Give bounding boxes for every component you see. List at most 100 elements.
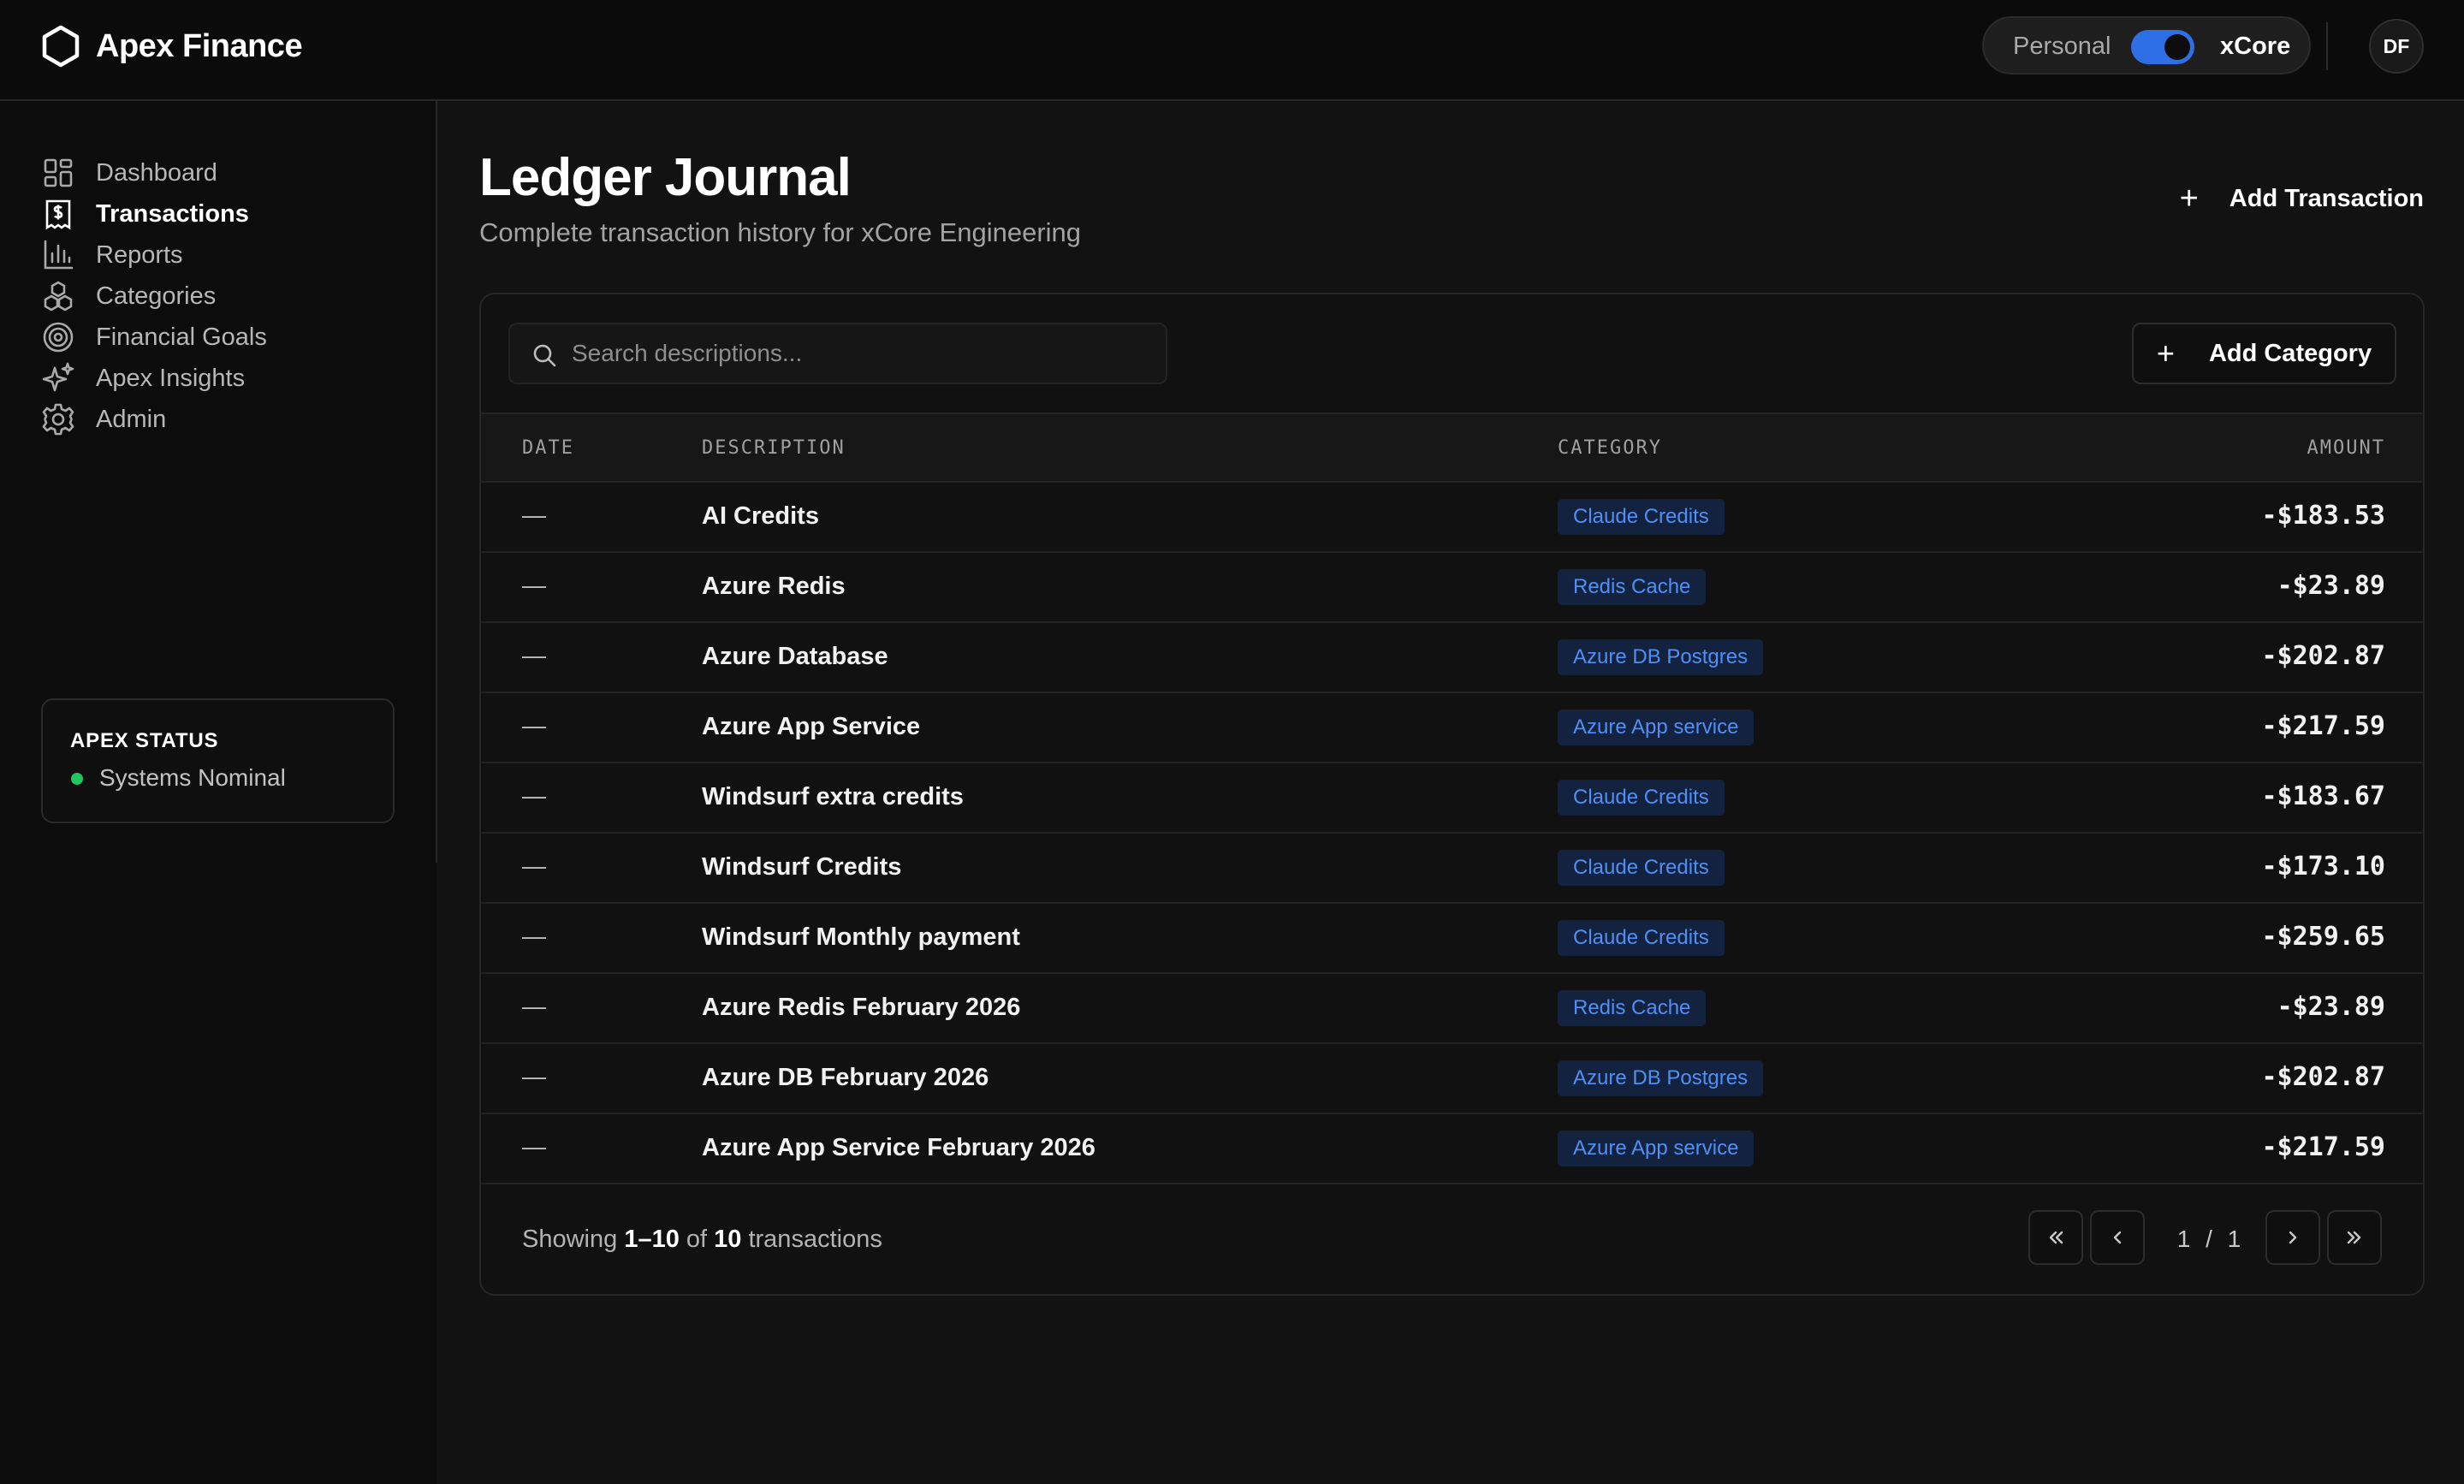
category-badge[interactable]: Redis Cache [1558, 569, 1707, 605]
sidebar-item-label: Financial Goals [96, 323, 267, 351]
plus-icon: + [2156, 335, 2175, 371]
cell-description: Windsurf extra credits [702, 783, 964, 810]
cell-amount: -$202.87 [2261, 1062, 2386, 1092]
add-category-label: Add Category [2208, 339, 2372, 367]
status-card: APEX STATUS Systems Nominal [41, 698, 395, 823]
table-row[interactable]: — Azure Redis February 2026 Redis Cache … [481, 974, 2423, 1044]
category-badge[interactable]: Azure App service [1558, 709, 1754, 745]
cell-amount: -$202.87 [2261, 641, 2386, 671]
user-avatar[interactable]: DF [2369, 19, 2424, 74]
workspace-toggle[interactable] [2131, 30, 2194, 64]
search-input[interactable] [572, 324, 1154, 383]
table-row[interactable]: — Azure App Service February 2026 Azure … [481, 1114, 2423, 1184]
table-row[interactable]: — Azure DB February 2026 Azure DB Postgr… [481, 1044, 2423, 1114]
table-row[interactable]: — Azure App Service Azure App service -$… [481, 693, 2423, 763]
cell-amount: -$259.65 [2261, 922, 2386, 952]
cell-date: — [522, 642, 546, 668]
category-badge[interactable]: Azure DB Postgres [1558, 639, 1764, 675]
status-title: APEX STATUS [70, 729, 219, 752]
showing-range: 1–10 [624, 1226, 680, 1253]
sidebar-item-label: Admin [96, 405, 167, 433]
table-row[interactable]: — Windsurf Credits Claude Credits -$173.… [481, 834, 2423, 904]
bar-chart-icon [44, 240, 74, 270]
cell-date: — [522, 923, 546, 949]
category-badge[interactable]: Azure App service [1558, 1131, 1754, 1166]
total-pages: 1 [2227, 1226, 2241, 1252]
category-badge[interactable]: Claude Credits [1558, 850, 1725, 886]
cell-date: — [522, 572, 546, 598]
table-row[interactable]: — Azure Database Azure DB Postgres -$202… [481, 623, 2423, 693]
top-bar: Apex Finance Personal xCore DF [0, 0, 2464, 101]
table-row[interactable]: — Windsurf extra credits Claude Credits … [481, 763, 2423, 834]
cell-date: — [522, 1063, 546, 1089]
column-header-date[interactable]: DATE [522, 437, 574, 459]
search-icon [533, 344, 556, 367]
toggle-knob [2164, 34, 2190, 60]
category-badge[interactable]: Claude Credits [1558, 499, 1725, 535]
pagination-summary: Showing 1–10 of 10 transactions [522, 1226, 882, 1254]
transactions-card: + Add Category DATE DESCRIPTION CATEGORY… [479, 293, 2425, 1296]
cell-date: — [522, 712, 546, 739]
cell-date: — [522, 993, 546, 1019]
cell-description: Azure Database [702, 643, 888, 670]
sidebar-item-label: Apex Insights [96, 364, 246, 392]
add-transaction-button[interactable]: + Add Transaction [2150, 171, 2424, 226]
table-row[interactable]: — AI Credits Claude Credits -$183.53 [481, 483, 2423, 553]
current-page: 1 [2176, 1226, 2191, 1252]
workspace-switch: Personal xCore [1982, 16, 2311, 74]
column-header-description[interactable]: DESCRIPTION [702, 437, 846, 459]
column-header-category[interactable]: CATEGORY [1558, 437, 1662, 459]
category-badge[interactable]: Redis Cache [1558, 990, 1707, 1026]
table-row[interactable]: — Azure Redis Redis Cache -$23.89 [481, 553, 2423, 623]
last-page-button[interactable] [2327, 1210, 2382, 1265]
cell-description: Azure Redis [702, 573, 846, 600]
sidebar-item-label: Transactions [96, 199, 249, 228]
sidebar: Dashboard Transactions Reports Categorie… [0, 101, 436, 1484]
chevrons-left-icon [2049, 1231, 2063, 1244]
cell-description: Windsurf Monthly payment [702, 923, 1020, 951]
shapes-icon [44, 281, 73, 312]
cell-date: — [522, 1133, 546, 1160]
table-header: DATE DESCRIPTION CATEGORY AMOUNT [481, 413, 2423, 483]
brand-logo[interactable]: Apex Finance [41, 22, 303, 70]
cell-amount: -$173.10 [2261, 852, 2386, 881]
cell-amount: -$217.59 [2261, 711, 2386, 741]
column-header-amount[interactable]: AMOUNT [2307, 437, 2385, 459]
add-transaction-label: Add Transaction [2229, 184, 2424, 212]
search-box [508, 323, 1167, 384]
sidebar-item-label: Categories [96, 282, 217, 310]
chevron-left-icon [2113, 1231, 2122, 1244]
chevrons-right-icon [2347, 1231, 2361, 1244]
cell-date: — [522, 782, 546, 809]
next-page-button[interactable] [2265, 1210, 2320, 1265]
sparkles-icon [42, 362, 74, 392]
page-separator: / [2206, 1226, 2212, 1252]
cell-date: — [522, 852, 546, 879]
page-indicator: 1 / 1 [2162, 1226, 2256, 1253]
sidebar-item-admin[interactable]: Admin [41, 392, 409, 447]
workspace-active-label[interactable]: xCore [2220, 33, 2290, 61]
cell-description: Windsurf Credits [702, 853, 902, 881]
category-badge[interactable]: Azure DB Postgres [1558, 1060, 1764, 1096]
cell-amount: -$183.53 [2261, 501, 2386, 531]
showing-total: 10 [714, 1226, 742, 1253]
gear-icon [42, 403, 74, 436]
previous-page-button[interactable] [2090, 1210, 2145, 1265]
sidebar-divider [436, 101, 437, 863]
cell-amount: -$23.89 [2277, 992, 2385, 1022]
add-category-button[interactable]: + Add Category [2132, 323, 2396, 384]
category-badge[interactable]: Claude Credits [1558, 920, 1725, 956]
first-page-button[interactable] [2028, 1210, 2083, 1265]
table-row[interactable]: — Windsurf Monthly payment Claude Credit… [481, 904, 2423, 974]
receipt-dollar-icon [45, 199, 71, 230]
chevron-right-icon [2289, 1231, 2297, 1244]
showing-prefix: Showing [522, 1226, 618, 1253]
page-title: Ledger Journal [479, 148, 852, 207]
cell-description: Azure Redis February 2026 [702, 994, 1021, 1021]
showing-suffix: transactions [748, 1226, 882, 1253]
workspace-personal-label[interactable]: Personal [2013, 33, 2111, 61]
sidebar-item-label: Dashboard [96, 158, 217, 187]
cell-amount: -$217.59 [2261, 1132, 2386, 1162]
cell-description: Azure App Service [702, 713, 921, 740]
category-badge[interactable]: Claude Credits [1558, 780, 1725, 816]
